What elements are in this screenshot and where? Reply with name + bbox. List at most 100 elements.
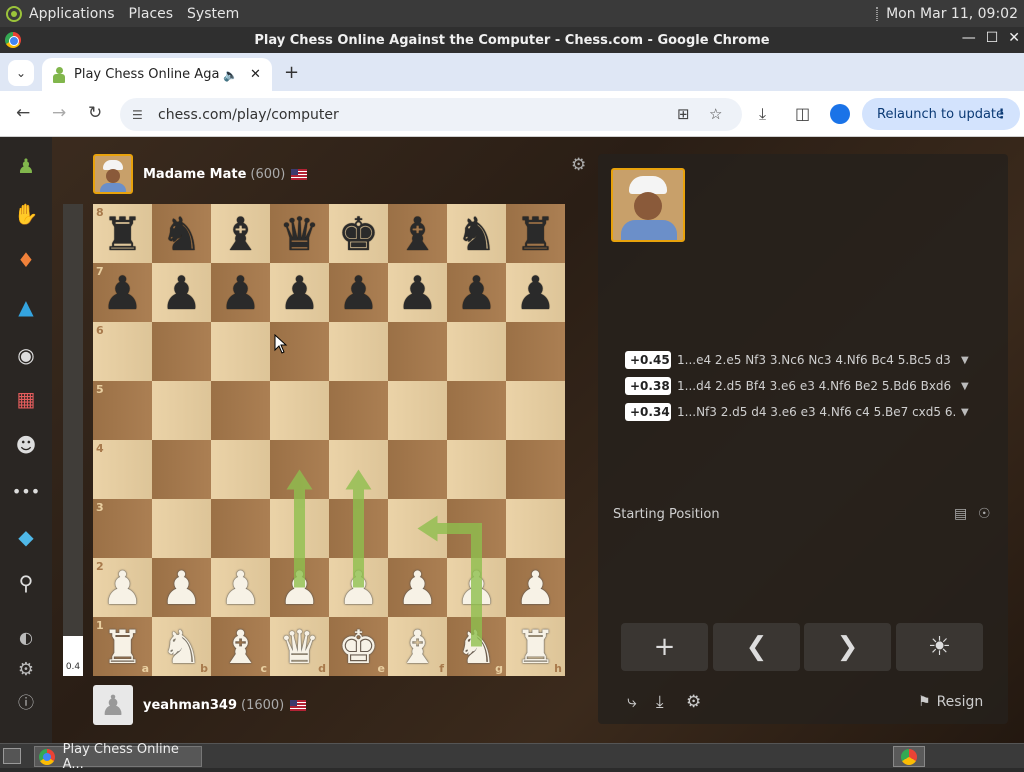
square-d4[interactable] [270,440,329,499]
square-c5[interactable] [211,381,270,440]
white-pawn[interactable]: ♟ [506,558,565,617]
white-knight[interactable]: ♞ [152,617,211,676]
social-icon[interactable]: ☻ [13,432,39,458]
bookmark-star-icon[interactable]: ☆ [709,105,722,123]
square-e5[interactable] [329,381,388,440]
square-e7[interactable]: ♟ [329,263,388,322]
site-settings-icon[interactable]: ☰ [132,108,154,122]
black-knight[interactable]: ♞ [152,204,211,263]
taskbar-chrome-window[interactable]: Play Chess Online A... [34,742,202,772]
address-bar[interactable]: ☰ chess.com/play/computer ⊞ ☆ [120,98,742,131]
back-icon[interactable]: ← [16,103,30,123]
chessboard[interactable]: 8 ♜ ♞ ♝ ♛ ♚ ♝ ♞ ♜ 7 ♟ ♟ ♟ ♟ ♟ ♟ ♟ ♟ 6 5 4 3 2 ♟ ♟ ♟ ♟ ♟ ♟ ♟ ♟ 1 a ♜ b ♞ c ♝ d ♛… [93,204,565,676]
more-icon[interactable]: ••• [12,478,40,504]
black-bishop[interactable]: ♝ [388,204,447,263]
white-knight[interactable]: ♞ [447,617,506,676]
square-c1[interactable]: c ♝ [211,617,270,676]
engine-line[interactable]: +0.34 1...Nf3 2.d5 d4 3.e6 e3 4.Nf6 c4 5… [625,399,975,425]
tab-chess[interactable]: Play Chess Online Agains 🔈 ✕ [42,58,272,91]
square-c4[interactable] [211,440,270,499]
resign-button[interactable]: ⚑ Resign [918,694,983,710]
black-bishop[interactable]: ♝ [211,204,270,263]
expand-line-icon[interactable]: ▼ [961,407,969,418]
window-titlebar[interactable]: Play Chess Online Against the Computer -… [0,27,1024,53]
menu-system[interactable]: System [187,6,239,22]
menu-places[interactable]: Places [129,6,174,22]
square-f2[interactable]: ♟ [388,558,447,617]
square-g3[interactable] [447,499,506,558]
black-pawn[interactable]: ♟ [270,263,329,322]
new-game-button[interactable]: + [621,623,708,671]
previous-move-button[interactable]: ❮ [713,623,800,671]
workspace-switcher[interactable] [893,746,925,767]
square-g6[interactable] [447,322,506,381]
profile-avatar-icon[interactable] [830,104,850,124]
square-g8[interactable]: ♞ [447,204,506,263]
square-g7[interactable]: ♟ [447,263,506,322]
black-pawn[interactable]: ♟ [506,263,565,322]
share-icon[interactable]: ⤷ [627,692,637,712]
square-b6[interactable] [152,322,211,381]
white-rook[interactable]: ♜ [93,617,152,676]
tab-close-icon[interactable]: ✕ [250,67,261,82]
square-e6[interactable] [329,322,388,381]
square-e8[interactable]: ♚ [329,204,388,263]
square-d2[interactable]: ♟ [270,558,329,617]
play-icon[interactable]: ✋ [13,201,39,227]
black-knight[interactable]: ♞ [447,204,506,263]
book-icon[interactable]: ▤ [954,506,967,522]
board-settings-icon[interactable]: ⚙ [571,155,586,175]
square-h6[interactable] [506,322,565,381]
news-icon[interactable]: ▦ [13,386,39,412]
square-a6[interactable]: 6 [93,322,152,381]
square-c6[interactable] [211,322,270,381]
help-icon[interactable]: ⓘ [13,688,39,714]
square-e4[interactable] [329,440,388,499]
square-h8[interactable]: ♜ [506,204,565,263]
tab-search-button[interactable]: ⌄ [8,60,34,86]
black-pawn[interactable]: ♟ [211,263,270,322]
square-b3[interactable] [152,499,211,558]
expand-line-icon[interactable]: ▼ [961,381,969,392]
white-pawn[interactable]: ♟ [211,558,270,617]
square-h3[interactable] [506,499,565,558]
square-d5[interactable] [270,381,329,440]
black-rook[interactable]: ♜ [506,204,565,263]
engine-line[interactable]: +0.45 1...e4 2.e5 Nf3 3.Nc6 Nc3 4.Nf6 Bc… [625,347,975,373]
black-pawn[interactable]: ♟ [93,263,152,322]
white-king[interactable]: ♚ [329,617,388,676]
next-move-button[interactable]: ❯ [804,623,891,671]
download-game-icon[interactable]: ⤓ [656,692,664,712]
square-f5[interactable] [388,381,447,440]
square-b7[interactable]: ♟ [152,263,211,322]
opponent-name[interactable]: Madame Mate [143,167,246,182]
square-a4[interactable]: 4 [93,440,152,499]
square-h1[interactable]: h ♜ [506,617,565,676]
square-b1[interactable]: b ♞ [152,617,211,676]
white-bishop[interactable]: ♝ [388,617,447,676]
os-logo-icon[interactable] [6,5,22,22]
black-queen[interactable]: ♛ [270,204,329,263]
white-pawn[interactable]: ♟ [270,558,329,617]
white-pawn[interactable]: ♟ [329,558,388,617]
square-a7[interactable]: 7 ♟ [93,263,152,322]
learn-icon[interactable]: ▲ [13,294,39,320]
black-rook[interactable]: ♜ [93,204,152,263]
square-a5[interactable]: 5 [93,381,152,440]
black-pawn[interactable]: ♟ [329,263,388,322]
watch-icon[interactable]: ◉ [13,342,39,368]
white-pawn[interactable]: ♟ [152,558,211,617]
square-b4[interactable] [152,440,211,499]
black-pawn[interactable]: ♟ [152,263,211,322]
relaunch-button[interactable]: Relaunch to update ⋮ [862,98,1020,130]
square-d7[interactable]: ♟ [270,263,329,322]
square-c7[interactable]: ♟ [211,263,270,322]
square-a8[interactable]: 8 ♜ [93,204,152,263]
theme-toggle-icon[interactable]: ◐ [13,624,39,650]
white-rook[interactable]: ♜ [506,617,565,676]
square-d3[interactable] [270,499,329,558]
square-a1[interactable]: 1 a ♜ [93,617,152,676]
engine-line[interactable]: +0.38 1...d4 2.d5 Bf4 3.e6 e3 4.Nf6 Be2 … [625,373,975,399]
white-pawn[interactable]: ♟ [93,558,152,617]
square-f6[interactable] [388,322,447,381]
